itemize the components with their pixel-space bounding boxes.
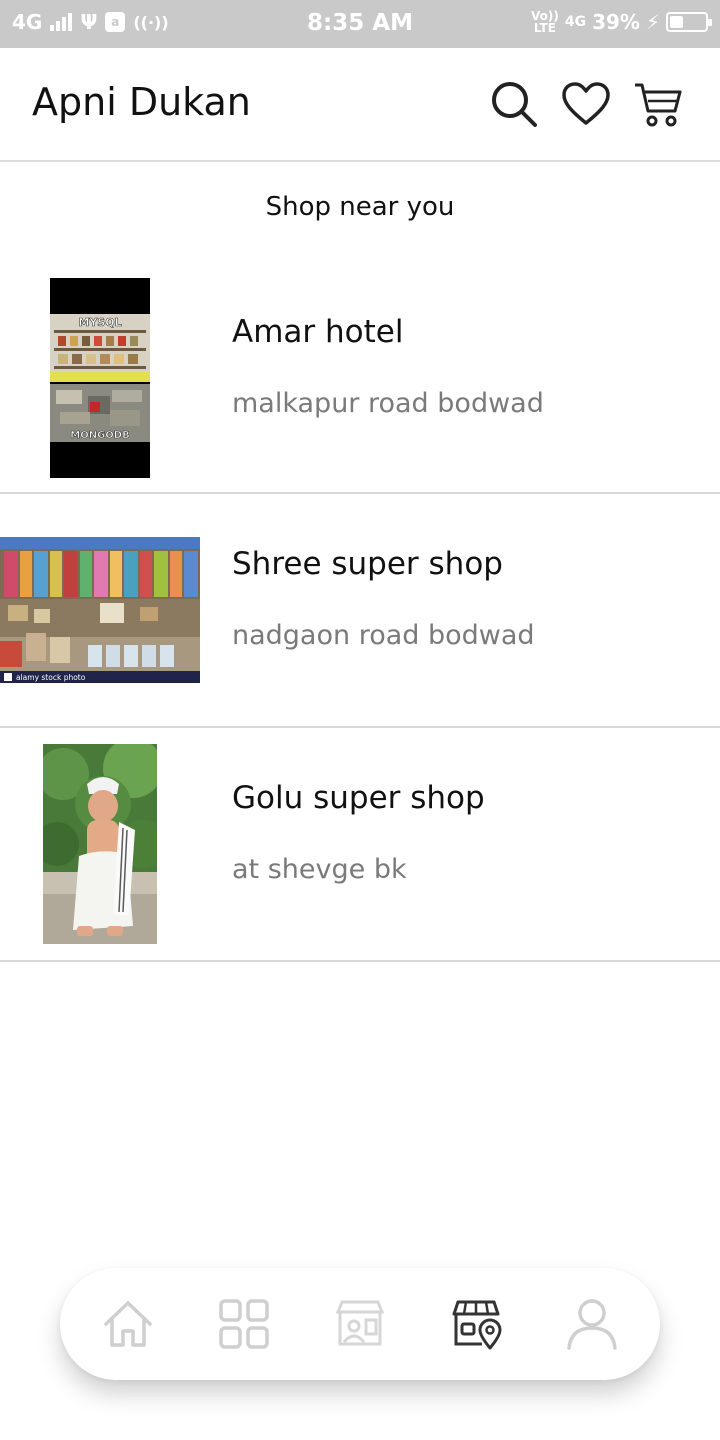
shop-thumbnail-amar: MYSQL MONGODB (50, 278, 150, 478)
shop-image: alamy stock photo (0, 494, 200, 726)
shop-list-item[interactable]: Golu super shop at shevge bk (0, 728, 720, 962)
shop-thumbnail-golu (43, 744, 157, 944)
shop-name: Shree super shop (232, 546, 503, 582)
battery-icon (666, 12, 712, 32)
search-icon[interactable] (488, 78, 540, 130)
status-right: Vo)) LTE 4G 39% ⚡ (531, 9, 712, 35)
network-right-label: 4G (564, 14, 587, 30)
shop-list: MYSQL MONGODB Amar hotel malkapur road b… (0, 262, 720, 962)
shop-thumbnail-shree: alamy stock photo (0, 537, 200, 683)
image-label-top: MYSQL (78, 316, 121, 329)
nav-profile[interactable] (552, 1284, 632, 1364)
home-icon (104, 1301, 152, 1347)
cart-icon[interactable] (632, 78, 684, 130)
volte-indicator: Vo)) LTE (531, 9, 559, 35)
shop-image (0, 728, 200, 960)
section-title: Shop near you (265, 192, 455, 222)
profile-icon (567, 1299, 617, 1350)
shop-name: Amar hotel (232, 314, 404, 350)
shop-image: MYSQL MONGODB (0, 262, 200, 494)
nav-home[interactable] (88, 1284, 168, 1364)
status-bar: 4G Ψ a ((·)) 8:35 AM Vo)) LTE 4G 39% ⚡ (0, 0, 720, 48)
shop-name: Golu super shop (232, 780, 485, 816)
image-label-bottom: MONGODB (70, 430, 129, 441)
app-bar: Apni Dukan (0, 48, 720, 162)
charging-icon: ⚡ (645, 10, 660, 34)
battery-percent: 39% (592, 10, 640, 34)
app-title: Apni Dukan (32, 80, 251, 124)
shop-address: malkapur road bodwad (232, 388, 544, 419)
nav-categories[interactable] (204, 1284, 284, 1364)
shop-person-icon (335, 1300, 385, 1346)
shop-address: at shevge bk (232, 854, 407, 885)
image-caption: alamy stock photo (16, 673, 86, 682)
shop-list-item[interactable]: alamy stock photo Shree super shop nadga… (0, 494, 720, 728)
nav-shopkeeper[interactable] (320, 1284, 400, 1364)
bottom-nav (60, 1268, 660, 1380)
heart-icon[interactable] (560, 78, 612, 130)
store-location-icon (452, 1300, 502, 1350)
shop-address: nadgaon road bodwad (232, 620, 535, 651)
grid-icon (219, 1299, 269, 1349)
app-bar-actions (488, 78, 684, 130)
shop-list-item[interactable]: MYSQL MONGODB Amar hotel malkapur road b… (0, 262, 720, 494)
nav-shops-near[interactable] (436, 1284, 516, 1364)
